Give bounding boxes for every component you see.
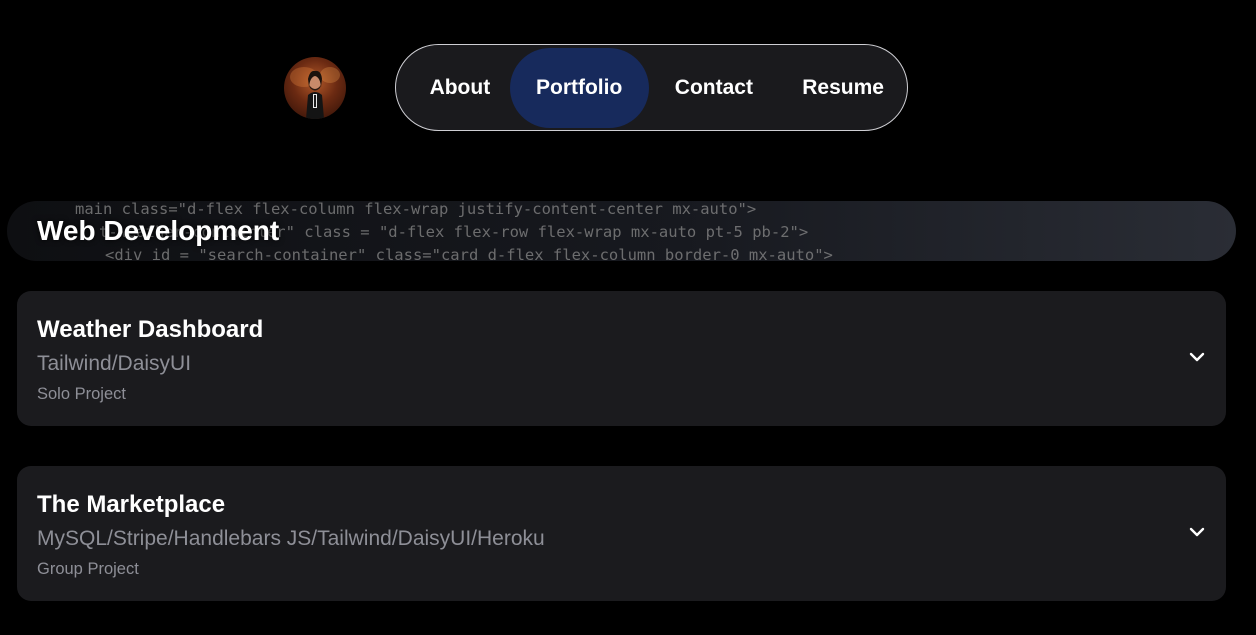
project-stack: Tailwind/DaisyUI	[37, 352, 192, 375]
section-banner: main class="d-flex flex-column flex-wrap…	[7, 201, 1236, 261]
project-type: Group Project	[37, 560, 139, 578]
project-card-the-marketplace[interactable]: The Marketplace MySQL/Stripe/Handlebars …	[17, 466, 1226, 601]
project-type: Solo Project	[37, 385, 126, 403]
nav-item-portfolio[interactable]: Portfolio	[509, 47, 649, 128]
avatar-image	[290, 67, 340, 119]
chevron-down-icon[interactable]	[1188, 350, 1206, 364]
nav-item-contact[interactable]: Contact	[649, 48, 780, 128]
nav-item-about[interactable]: About	[410, 48, 510, 128]
main-nav: About Portfolio Contact Resume	[395, 44, 908, 131]
project-title: The Marketplace	[37, 491, 226, 518]
project-card-weather-dashboard[interactable]: Weather Dashboard Tailwind/DaisyUI Solo …	[17, 291, 1226, 426]
section-title: Web Development	[37, 215, 280, 246]
chevron-down-icon[interactable]	[1188, 525, 1206, 539]
project-title: Weather Dashboard	[37, 316, 264, 343]
project-stack: MySQL/Stripe/Handlebars JS/Tailwind/Dais…	[37, 527, 545, 550]
portfolio-page: About Portfolio Contact Resume main clas…	[0, 0, 1256, 635]
nav-item-resume[interactable]: Resume	[779, 48, 907, 128]
avatar[interactable]	[284, 57, 346, 119]
